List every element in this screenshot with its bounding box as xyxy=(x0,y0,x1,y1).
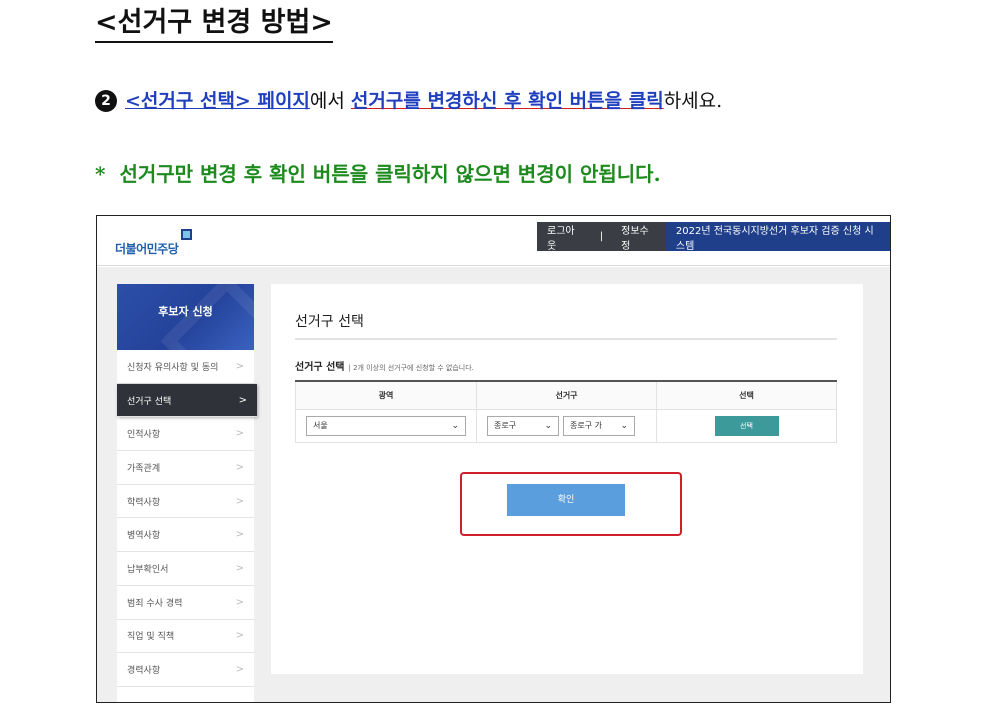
sidebar-item-label: 가족관계 xyxy=(127,463,161,474)
warning-note-text: 선거구만 변경 후 확인 버튼을 클릭하지 않으면 변경이 안됩니다. xyxy=(119,162,661,186)
system-name-banner: 2022년 전국동시지방선거 후보자 검증 신청 시스템 xyxy=(665,222,890,252)
chevron-right-icon: > xyxy=(235,664,244,676)
region-select-value: 서울 xyxy=(313,421,328,430)
sidebar-menu: 신청자 유의사항 및 동의 > 선거구 선택 > 인적사항 > 가족관계 > 학력사항 >… xyxy=(117,350,257,687)
asterisk-icon: * xyxy=(95,162,106,186)
site-header: 더불어민주당 로그아웃 | 정보수정 2022년 전국동시지방선거 후보자 검증… xyxy=(97,216,890,266)
instruction-text-end: 하세요. xyxy=(663,90,723,112)
sidebar-item-label: 경력사항 xyxy=(127,666,161,677)
sidebar-item-label: 신청자 유의사항 및 동의 xyxy=(127,362,219,373)
main-panel: 선거구 선택 선거구 선택 | 2개 이상의 선거구에 신청할 수 없습니다. 광… xyxy=(271,284,863,674)
chevron-right-icon: > xyxy=(235,495,244,507)
confirm-button[interactable]: 확인 xyxy=(507,484,625,516)
logout-link[interactable]: 로그아웃 xyxy=(537,222,592,252)
warning-note: * 선거구만 변경 후 확인 버튼을 클릭하지 않으면 변경이 안됩니다. xyxy=(95,158,661,187)
sidebar-item-agreement[interactable]: 신청자 유의사항 및 동의 > xyxy=(117,350,254,384)
column-header-district: 선거구 xyxy=(476,380,657,410)
nav-separator: | xyxy=(591,222,612,251)
region-cell: 서울 ⌄ xyxy=(295,408,477,443)
section-title-text: 선거구 선택 xyxy=(295,362,345,373)
district-sub-select-value: 종로구 가 xyxy=(570,421,602,430)
instruction-link-page: <선거구 선택> 페이지 xyxy=(125,90,310,112)
district-select[interactable]: 종로구 ⌄ xyxy=(487,415,559,436)
edit-info-link[interactable]: 정보수정 xyxy=(611,222,666,252)
chevron-down-icon: ⌄ xyxy=(451,420,459,431)
sidebar-item-label: 납부확인서 xyxy=(127,564,169,575)
district-select-value: 종로구 xyxy=(494,421,517,430)
chevron-right-icon: > xyxy=(235,596,244,608)
page-title: 선거구 선택 xyxy=(295,314,364,330)
region-select[interactable]: 서울 ⌄ xyxy=(306,415,466,436)
screenshot-frame: 더불어민주당 로그아웃 | 정보수정 2022년 전국동시지방선거 후보자 검증… xyxy=(96,215,891,703)
step-number-badge: 2 xyxy=(95,90,117,112)
sidebar-item-personal-info[interactable]: 인적사항 > xyxy=(117,417,254,452)
sidebar-item-family[interactable]: 가족관계 > xyxy=(117,451,254,485)
chevron-right-icon: > xyxy=(235,562,244,574)
sidebar: 후보자 신청 신청자 유의사항 및 동의 > 선거구 선택 > 인적사항 > 가족관계… xyxy=(117,284,257,702)
chevron-right-icon: > xyxy=(235,461,244,473)
sidebar-item-career[interactable]: 경력사항 > xyxy=(117,653,254,687)
district-table: 광역 선거구 선택 서울 ⌄ 종로구 ⌄ 종로구 가 ⌄ 선택 xyxy=(295,380,837,443)
chevron-right-icon: > xyxy=(235,428,244,440)
sidebar-item-tax-payment[interactable]: 납부확인서 > xyxy=(117,552,254,586)
sidebar-item-label: 선거구 선택 xyxy=(127,396,172,407)
chevron-right-icon: > xyxy=(235,529,244,541)
section-title: 선거구 선택 | 2개 이상의 선거구에 신청할 수 없습니다. xyxy=(295,358,474,373)
instruction-line: 2 <선거구 선택> 페이지에서 선거구를 변경하신 후 확인 버튼을 클릭하세요… xyxy=(95,86,722,113)
sidebar-item-education[interactable]: 학력사항 > xyxy=(117,485,254,519)
column-header-region: 광역 xyxy=(295,380,477,410)
sidebar-item-label: 인적사항 xyxy=(127,430,161,441)
table-row: 서울 ⌄ 종로구 ⌄ 종로구 가 ⌄ 선택 xyxy=(295,408,837,443)
party-logo[interactable]: 더불어민주당 xyxy=(115,240,179,257)
chevron-right-icon: > xyxy=(235,360,244,372)
sidebar-item-occupation[interactable]: 직업 및 직책 > xyxy=(117,620,254,654)
sidebar-item-label: 직업 및 직책 xyxy=(127,632,175,643)
district-cell: 종로구 ⌄ 종로구 가 ⌄ xyxy=(476,408,657,443)
logo-mark-icon xyxy=(181,229,192,240)
sidebar-item-military[interactable]: 병역사항 > xyxy=(117,518,254,553)
chevron-right-icon: > xyxy=(235,630,244,642)
chevron-down-icon: ⌄ xyxy=(620,420,628,431)
chevron-right-icon: > xyxy=(238,394,247,406)
sidebar-item-district-select[interactable]: 선거구 선택 > xyxy=(117,383,257,418)
select-button[interactable]: 선택 xyxy=(714,415,779,436)
top-nav: 로그아웃 | 정보수정 2022년 전국동시지방선거 후보자 검증 신청 시스템 xyxy=(537,222,890,252)
sidebar-hero: 후보자 신청 xyxy=(117,284,254,350)
document-title: <선거구 변경 방법> xyxy=(95,6,333,43)
select-cell: 선택 xyxy=(656,408,837,443)
chevron-down-icon: ⌄ xyxy=(544,420,552,431)
sidebar-item-label: 학력사항 xyxy=(127,497,161,508)
section-note: | 2개 이상의 선거구에 신청할 수 없습니다. xyxy=(348,364,474,372)
title-divider xyxy=(295,338,837,340)
sidebar-item-label: 병역사항 xyxy=(127,531,161,542)
district-sub-select[interactable]: 종로구 가 ⌄ xyxy=(563,415,635,436)
sidebar-item-criminal-record[interactable]: 범죄 수사 경력 > xyxy=(117,586,254,620)
sidebar-item-label: 범죄 수사 경력 xyxy=(127,598,183,609)
column-header-select: 선택 xyxy=(656,380,837,410)
instruction-link-action: 선거구를 변경하신 후 확인 버튼을 클릭 xyxy=(350,90,664,112)
instruction-text-mid: 에서 xyxy=(309,90,351,112)
